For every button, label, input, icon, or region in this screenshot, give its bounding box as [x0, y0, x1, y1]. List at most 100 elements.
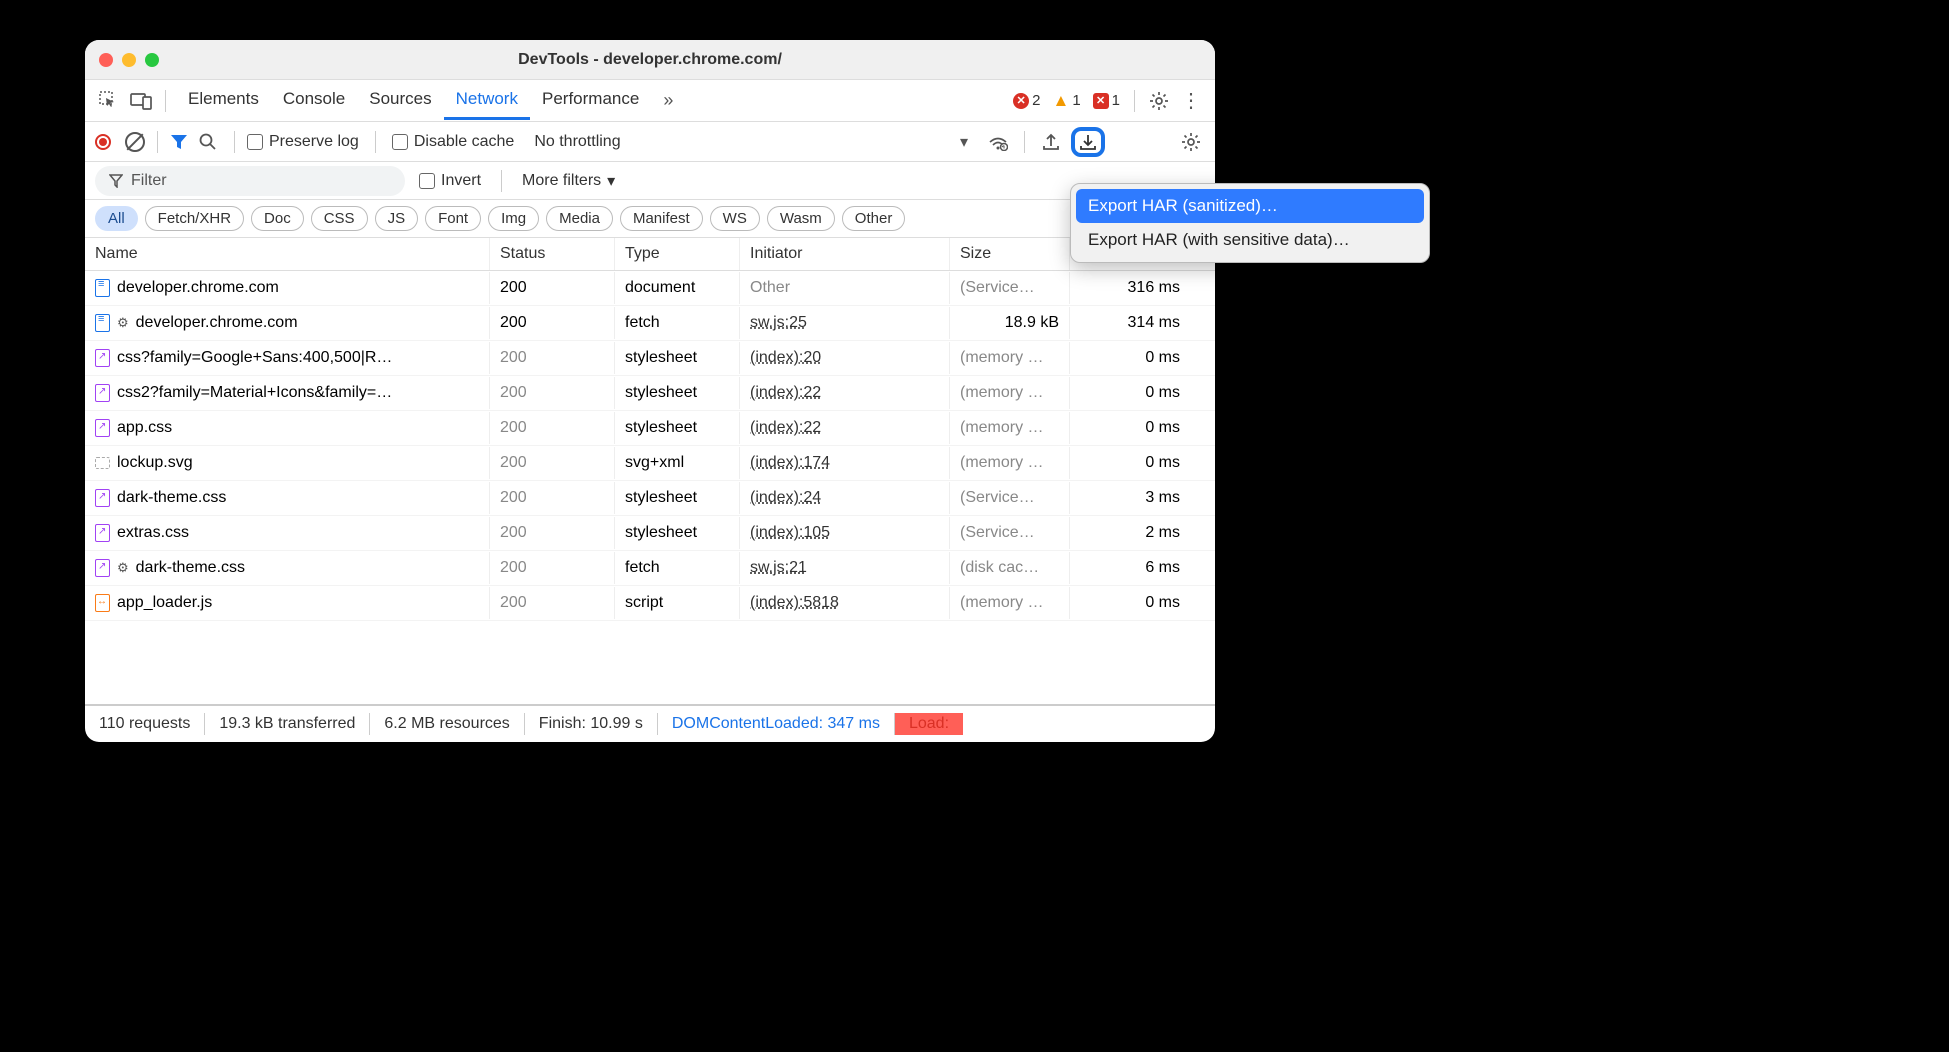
col-status[interactable]: Status — [490, 238, 615, 270]
throttling-dropdown[interactable]: No throttling — [534, 133, 620, 151]
more-tabs-button[interactable]: » — [655, 90, 681, 111]
type-filter-media[interactable]: Media — [546, 206, 613, 231]
tab-performance[interactable]: Performance — [530, 81, 651, 120]
filter-toggle-icon[interactable] — [170, 134, 188, 150]
request-time: 6 ms — [1070, 552, 1190, 584]
request-status: 200 — [490, 482, 615, 514]
request-type: script — [615, 587, 740, 619]
type-filter-all[interactable]: All — [95, 206, 138, 231]
type-filter-wasm[interactable]: Wasm — [767, 206, 835, 231]
disable-cache-checkbox[interactable]: Disable cache — [392, 133, 515, 151]
file-type-icon — [95, 279, 110, 297]
table-row[interactable]: developer.chrome.com200documentOther(Ser… — [85, 271, 1215, 306]
import-har-icon[interactable] — [1037, 128, 1065, 156]
request-name: css2?family=Material+Icons&family=… — [117, 384, 392, 402]
table-row[interactable]: extras.css200stylesheet(index):105(Servi… — [85, 516, 1215, 551]
table-row[interactable]: css2?family=Material+Icons&family=… 200st… — [85, 376, 1215, 411]
initiator-link[interactable]: (index):5818 — [750, 594, 839, 611]
request-type: stylesheet — [615, 377, 740, 409]
menu-item-export-har-sensitive[interactable]: Export HAR (with sensitive data)… — [1076, 223, 1424, 257]
inspect-icon[interactable] — [95, 87, 123, 115]
warning-icon: ▲ — [1052, 91, 1069, 111]
clear-button[interactable] — [125, 132, 145, 152]
tab-elements[interactable]: Elements — [176, 81, 271, 120]
type-filter-js[interactable]: JS — [375, 206, 419, 231]
tab-sources[interactable]: Sources — [357, 81, 443, 120]
tab-console[interactable]: Console — [271, 81, 357, 120]
request-status: 200 — [490, 447, 615, 479]
request-size: (memory … — [950, 587, 1070, 619]
settings-icon[interactable] — [1145, 87, 1173, 115]
initiator-link[interactable]: sw.js:21 — [750, 559, 807, 576]
request-size: (Service… — [950, 482, 1070, 514]
issues-indicator[interactable]: ✕ 1 — [1093, 92, 1120, 109]
col-initiator[interactable]: Initiator — [740, 238, 950, 270]
network-conditions-icon[interactable] — [984, 128, 1012, 156]
table-row[interactable]: dark-theme.css200stylesheet(index):24(Se… — [85, 481, 1215, 516]
status-transferred: 19.3 kB transferred — [205, 713, 370, 735]
separator — [1024, 131, 1025, 153]
initiator-link[interactable]: (index):20 — [750, 349, 821, 366]
initiator-link[interactable]: (index):22 — [750, 419, 821, 436]
table-row[interactable]: lockup.svg200svg+xml(index):174(memory …… — [85, 446, 1215, 481]
network-settings-icon[interactable] — [1177, 128, 1205, 156]
type-filter-other[interactable]: Other — [842, 206, 906, 231]
type-filter-doc[interactable]: Doc — [251, 206, 304, 231]
request-size: (Service… — [950, 517, 1070, 549]
preserve-log-checkbox[interactable]: Preserve log — [247, 133, 359, 151]
device-toggle-icon[interactable] — [127, 87, 155, 115]
initiator-link[interactable]: sw.js:25 — [750, 314, 807, 331]
type-filter-manifest[interactable]: Manifest — [620, 206, 703, 231]
network-toolbar: Preserve log Disable cache No throttling… — [85, 122, 1215, 162]
request-status: 200 — [490, 377, 615, 409]
close-window-button[interactable] — [99, 53, 113, 67]
col-type[interactable]: Type — [615, 238, 740, 270]
status-load: Load: — [895, 713, 963, 735]
file-type-icon — [95, 457, 110, 469]
type-filter-css[interactable]: CSS — [311, 206, 368, 231]
request-time: 3 ms — [1070, 482, 1190, 514]
file-type-icon — [95, 489, 110, 507]
maximize-window-button[interactable] — [145, 53, 159, 67]
type-filter-row: All Fetch/XHR Doc CSS JSFont Img Media Manifest… — [85, 200, 1215, 238]
initiator-link[interactable]: (index):174 — [750, 454, 830, 471]
main-toolbar: ElementsConsoleSourcesNetworkPerformance… — [85, 80, 1215, 122]
more-filters-dropdown[interactable]: More filters ▾ — [522, 171, 615, 191]
kebab-menu-icon[interactable]: ⋮ — [1177, 87, 1205, 115]
file-type-icon — [95, 384, 110, 402]
export-har-button-highlighted[interactable] — [1071, 127, 1105, 157]
request-name: css?family=Google+Sans:400,500|R… — [117, 349, 392, 367]
type-filter-ws[interactable]: WS — [710, 206, 760, 231]
tab-network[interactable]: Network — [444, 81, 530, 120]
search-icon[interactable] — [194, 128, 222, 156]
type-filter-font[interactable]: Font — [425, 206, 481, 231]
request-time: 0 ms — [1070, 587, 1190, 619]
status-dcl: DOMContentLoaded: 347 ms — [658, 713, 895, 735]
request-name: app.css — [117, 419, 172, 437]
table-row[interactable]: css?family=Google+Sans:400,500|R…200styl… — [85, 341, 1215, 376]
warning-indicator[interactable]: ▲ 1 — [1052, 91, 1080, 111]
menu-item-export-har-sanitized[interactable]: Export HAR (sanitized)… — [1076, 189, 1424, 223]
initiator-link[interactable]: (index):24 — [750, 489, 821, 506]
minimize-window-button[interactable] — [122, 53, 136, 67]
table-row[interactable]: ⚙developer.chrome.com200fetchsw.js:2518.… — [85, 306, 1215, 341]
table-row[interactable]: ⚙dark-theme.css200fetchsw.js:21(disk cac… — [85, 551, 1215, 586]
panel-tabs: ElementsConsoleSourcesNetworkPerformance — [176, 81, 651, 120]
table-row[interactable]: app.css200stylesheet(index):22(memory …0… — [85, 411, 1215, 446]
status-finish: Finish: 10.99 s — [525, 713, 658, 735]
col-size[interactable]: Size — [950, 238, 1070, 270]
request-name: extras.css — [117, 524, 189, 542]
filter-input[interactable]: Filter — [95, 166, 405, 196]
table-body: developer.chrome.com200documentOther(Ser… — [85, 271, 1215, 704]
initiator-link[interactable]: (index):105 — [750, 524, 830, 541]
type-filter-fetch-xhr[interactable]: Fetch/XHR — [145, 206, 244, 231]
invert-checkbox[interactable]: Invert — [419, 172, 481, 190]
col-name[interactable]: Name — [85, 238, 490, 270]
error-indicator[interactable]: ✕ 2 — [1013, 92, 1040, 109]
initiator-link[interactable]: (index):22 — [750, 384, 821, 401]
type-filter-img[interactable]: Img — [488, 206, 539, 231]
record-button[interactable] — [95, 134, 111, 150]
request-name: dark-theme.css — [117, 489, 226, 507]
chevron-down-icon[interactable]: ▾ — [950, 128, 978, 156]
table-row[interactable]: app_loader.js200script(index):5818(memor… — [85, 586, 1215, 621]
